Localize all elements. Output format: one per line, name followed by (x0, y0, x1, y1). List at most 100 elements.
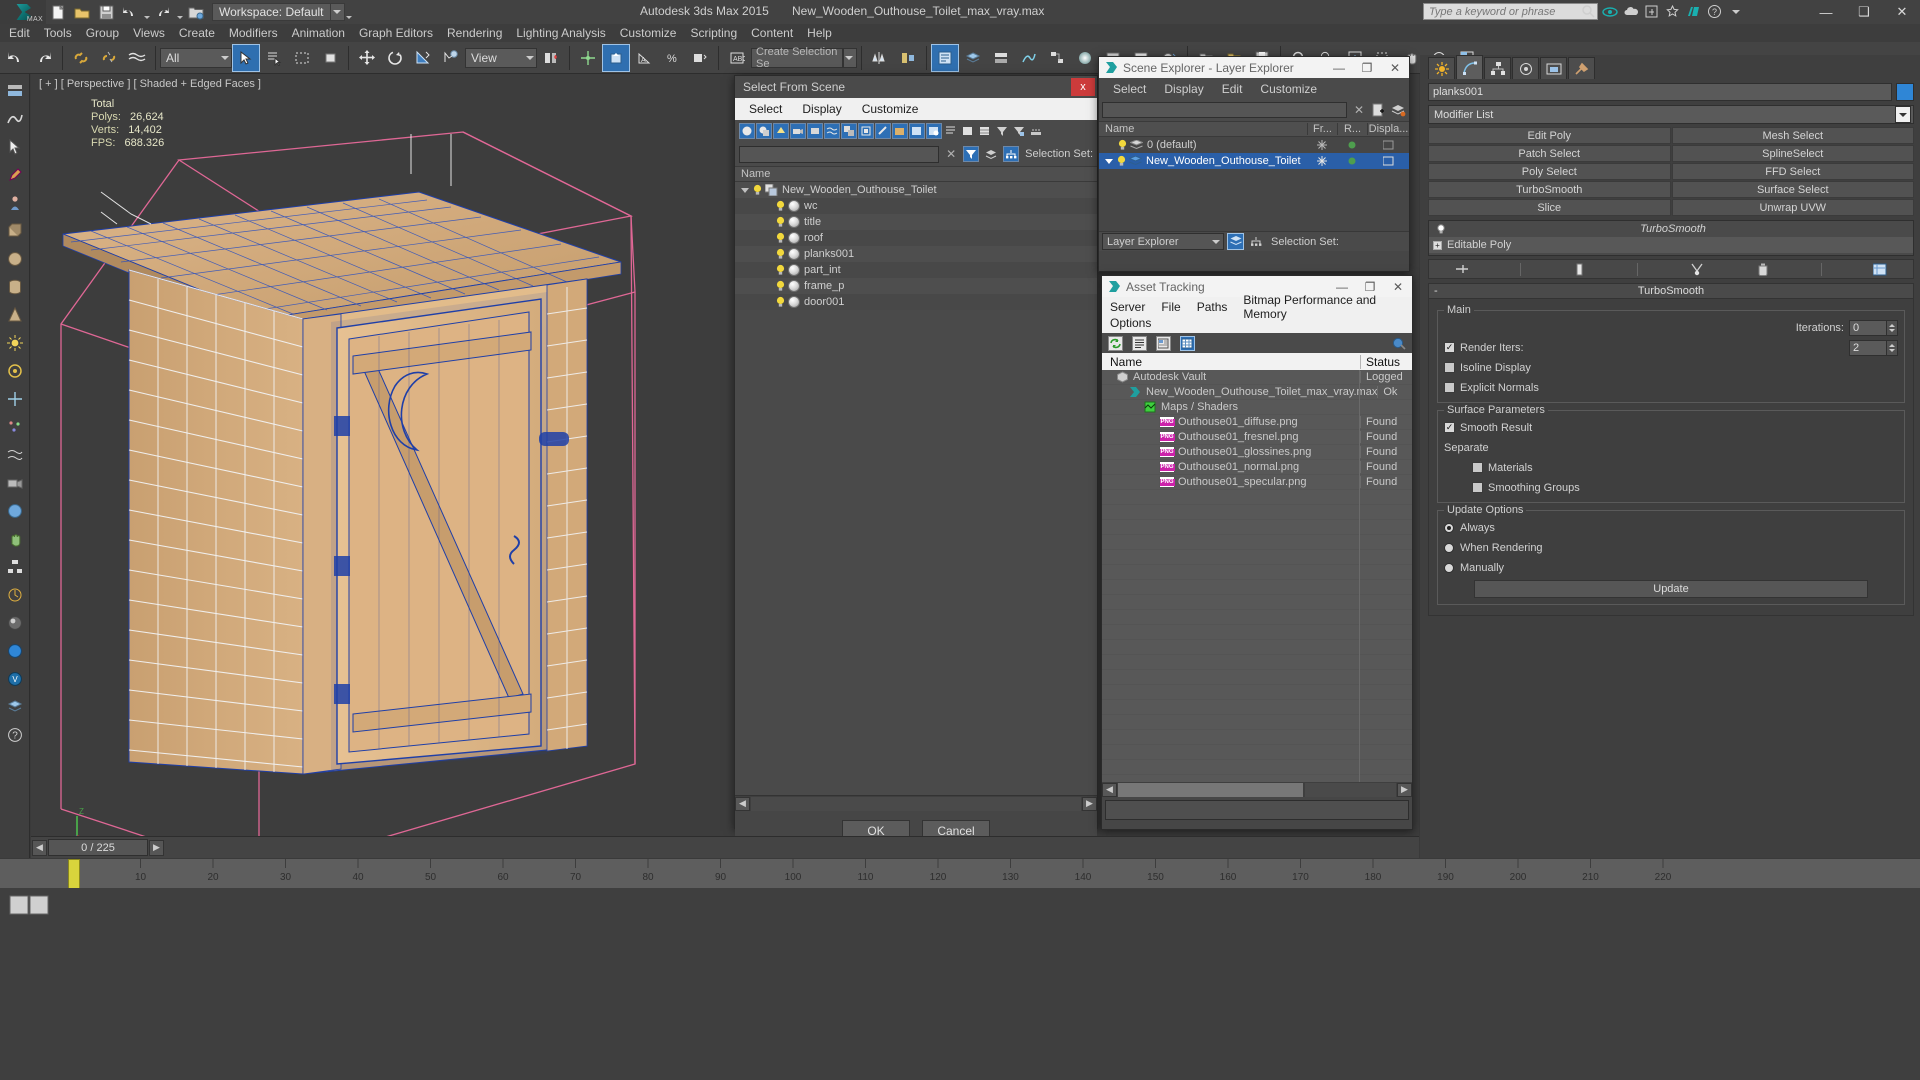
modifier-patch-select[interactable]: Patch Select (1428, 145, 1671, 162)
display-columns-icon[interactable] (977, 123, 993, 139)
search-icon[interactable] (1579, 2, 1598, 21)
select-and-move-icon[interactable] (353, 44, 381, 72)
reference-coordinate-system-combo[interactable]: View (465, 47, 537, 68)
help-dropdown-icon[interactable] (1726, 2, 1745, 21)
filter-frozen-icon[interactable] (909, 123, 925, 139)
mirror-icon[interactable] (866, 44, 894, 72)
menu-item-graph-editors[interactable]: Graph Editors (352, 24, 440, 42)
menu-item-content[interactable]: Content (744, 24, 800, 42)
selection-filter-combo[interactable]: All (160, 47, 232, 68)
display-children-icon[interactable] (943, 123, 959, 139)
new-file-icon[interactable] (46, 1, 70, 23)
color-swatch-icon[interactable] (2, 638, 28, 664)
quick-access-more-icon[interactable] (345, 1, 354, 23)
isoline-display-row[interactable]: ✓ Isoline Display (1444, 359, 1898, 376)
snaps-toggle-icon[interactable] (602, 43, 630, 72)
list-item[interactable]: wc (735, 198, 1097, 214)
workspace-dropdown-icon[interactable] (330, 3, 345, 21)
help-left-icon[interactable]: ? (2, 722, 28, 748)
update-manually-radio[interactable] (1444, 562, 1454, 573)
modifier-slice[interactable]: Slice (1428, 199, 1671, 216)
layer-row-default[interactable]: 0 (default) (1099, 137, 1409, 153)
table-row[interactable]: New_Wooden_Outhouse_Toilet_max_vray.max … (1102, 385, 1412, 400)
camera-icon[interactable] (2, 470, 28, 496)
object-name-field[interactable]: planks001 (1428, 83, 1892, 101)
list-view-icon[interactable] (1132, 335, 1147, 351)
light-bulb-icon[interactable] (775, 296, 786, 308)
light-bulb-icon[interactable] (1116, 155, 1127, 167)
scroll-track[interactable] (1305, 782, 1396, 797)
menu-item-edit[interactable]: Edit (2, 24, 37, 42)
scroll-right-button[interactable]: ▶ (1397, 782, 1412, 797)
asset-menu-file[interactable]: File (1161, 300, 1180, 314)
redo-dropdown-icon[interactable] (175, 1, 184, 23)
ribbon-modeling-icon[interactable] (2, 78, 28, 104)
remove-modifier-icon[interactable] (1755, 261, 1771, 277)
scene-explorer-layer-list[interactable]: 0 (default) New_Wooden_Outhouse_Toilet (1099, 137, 1409, 231)
render-toggle[interactable] (1337, 156, 1367, 166)
edit-named-selection-sets-icon[interactable]: ABC (723, 44, 751, 72)
materials-row[interactable]: ✓ Materials (1444, 459, 1898, 476)
spinner-snap-icon[interactable] (686, 44, 714, 72)
filter-funnel-icon[interactable] (994, 123, 1010, 139)
rectangular-selection-region-icon[interactable] (288, 44, 316, 72)
filter-lights-icon[interactable] (773, 123, 789, 139)
select-and-rotate-icon[interactable] (381, 44, 409, 72)
scene-explorer-column-header[interactable]: Name Fr... R... Displa... (1099, 121, 1409, 137)
helpers-icon[interactable] (2, 386, 28, 412)
undo-icon[interactable] (118, 1, 142, 23)
make-unique-icon[interactable] (1689, 261, 1705, 277)
tab-modify[interactable] (1456, 55, 1483, 79)
modifier-surface-select[interactable]: Surface Select (1671, 181, 1914, 198)
modifier-list-combo[interactable]: Modifier List (1428, 105, 1914, 124)
select-by-name-icon[interactable] (260, 44, 288, 72)
cloud-icon[interactable] (1621, 2, 1640, 21)
scexp-menu-customize[interactable]: Customize (1260, 82, 1317, 96)
modifier-ffd-select[interactable]: FFD Select (1671, 163, 1914, 180)
open-file-icon[interactable] (70, 1, 94, 23)
light-bulb-icon[interactable] (775, 280, 786, 292)
filter-geometry-icon[interactable] (739, 123, 755, 139)
explicit-normals-checkbox[interactable]: ✓ (1444, 382, 1455, 393)
use-pivot-point-center-icon[interactable] (537, 44, 565, 72)
filter-shapes-icon[interactable] (756, 123, 772, 139)
menu-item-rendering[interactable]: Rendering (440, 24, 509, 42)
modifier-edit-poly[interactable]: Edit Poly (1428, 127, 1671, 144)
update-always-row[interactable]: Always (1444, 519, 1898, 536)
table-row[interactable]: PNG Outhouse01_diffuse.png Found (1102, 415, 1412, 430)
modifier-stack[interactable]: TurboSmooth + Editable Poly (1428, 220, 1914, 256)
smooth-result-checkbox[interactable]: ✓ (1444, 422, 1455, 433)
scexp-menu-edit[interactable]: Edit (1222, 82, 1243, 96)
update-when-rendering-radio[interactable] (1444, 542, 1454, 553)
refresh-icon[interactable] (1108, 335, 1123, 351)
asset-menu-paths[interactable]: Paths (1197, 300, 1228, 314)
filter-space-warps-icon[interactable] (824, 123, 840, 139)
tab-utilities[interactable] (1568, 57, 1595, 79)
freeze-toggle[interactable] (1307, 156, 1337, 166)
freeze-toggle[interactable] (1307, 140, 1337, 150)
scene-explorer-find-input[interactable] (1102, 102, 1347, 118)
scexp-menu-select[interactable]: Select (1113, 82, 1146, 96)
scroll-track[interactable] (751, 796, 1081, 811)
selection-tools-icon[interactable] (2, 134, 28, 160)
filter-bones-icon[interactable] (875, 123, 891, 139)
hierarchy-icon[interactable] (2, 554, 28, 580)
populate-icon[interactable] (2, 190, 28, 216)
filter-xrefs-icon[interactable] (858, 123, 874, 139)
maxscript-listener-icon[interactable] (8, 894, 52, 924)
exchange-app-icon[interactable] (1642, 2, 1661, 21)
filter-cameras-icon[interactable] (790, 123, 806, 139)
scene-explorer-maximize[interactable]: ❐ (1353, 58, 1381, 78)
sfs-menu-select[interactable]: Select (749, 102, 782, 116)
configure-modifier-sets-icon[interactable] (1872, 261, 1888, 277)
render-iters-checkbox[interactable]: ✓ (1444, 342, 1455, 353)
toggle-scene-explorer-icon[interactable] (931, 43, 959, 72)
sfs-selection-set-icon[interactable] (1003, 146, 1020, 162)
menu-item-animation[interactable]: Animation (285, 24, 352, 42)
grid-view-icon[interactable] (1180, 335, 1195, 351)
sfs-horizontal-scrollbar[interactable]: ◀ ▶ (735, 795, 1097, 811)
undo-dropdown-icon[interactable] (142, 1, 151, 23)
sfs-object-list[interactable]: New_Wooden_Outhouse_Toilet wc title roof (735, 182, 1097, 795)
material-editor-icon[interactable] (1071, 44, 1099, 72)
sfs-layers-icon[interactable] (983, 146, 999, 162)
